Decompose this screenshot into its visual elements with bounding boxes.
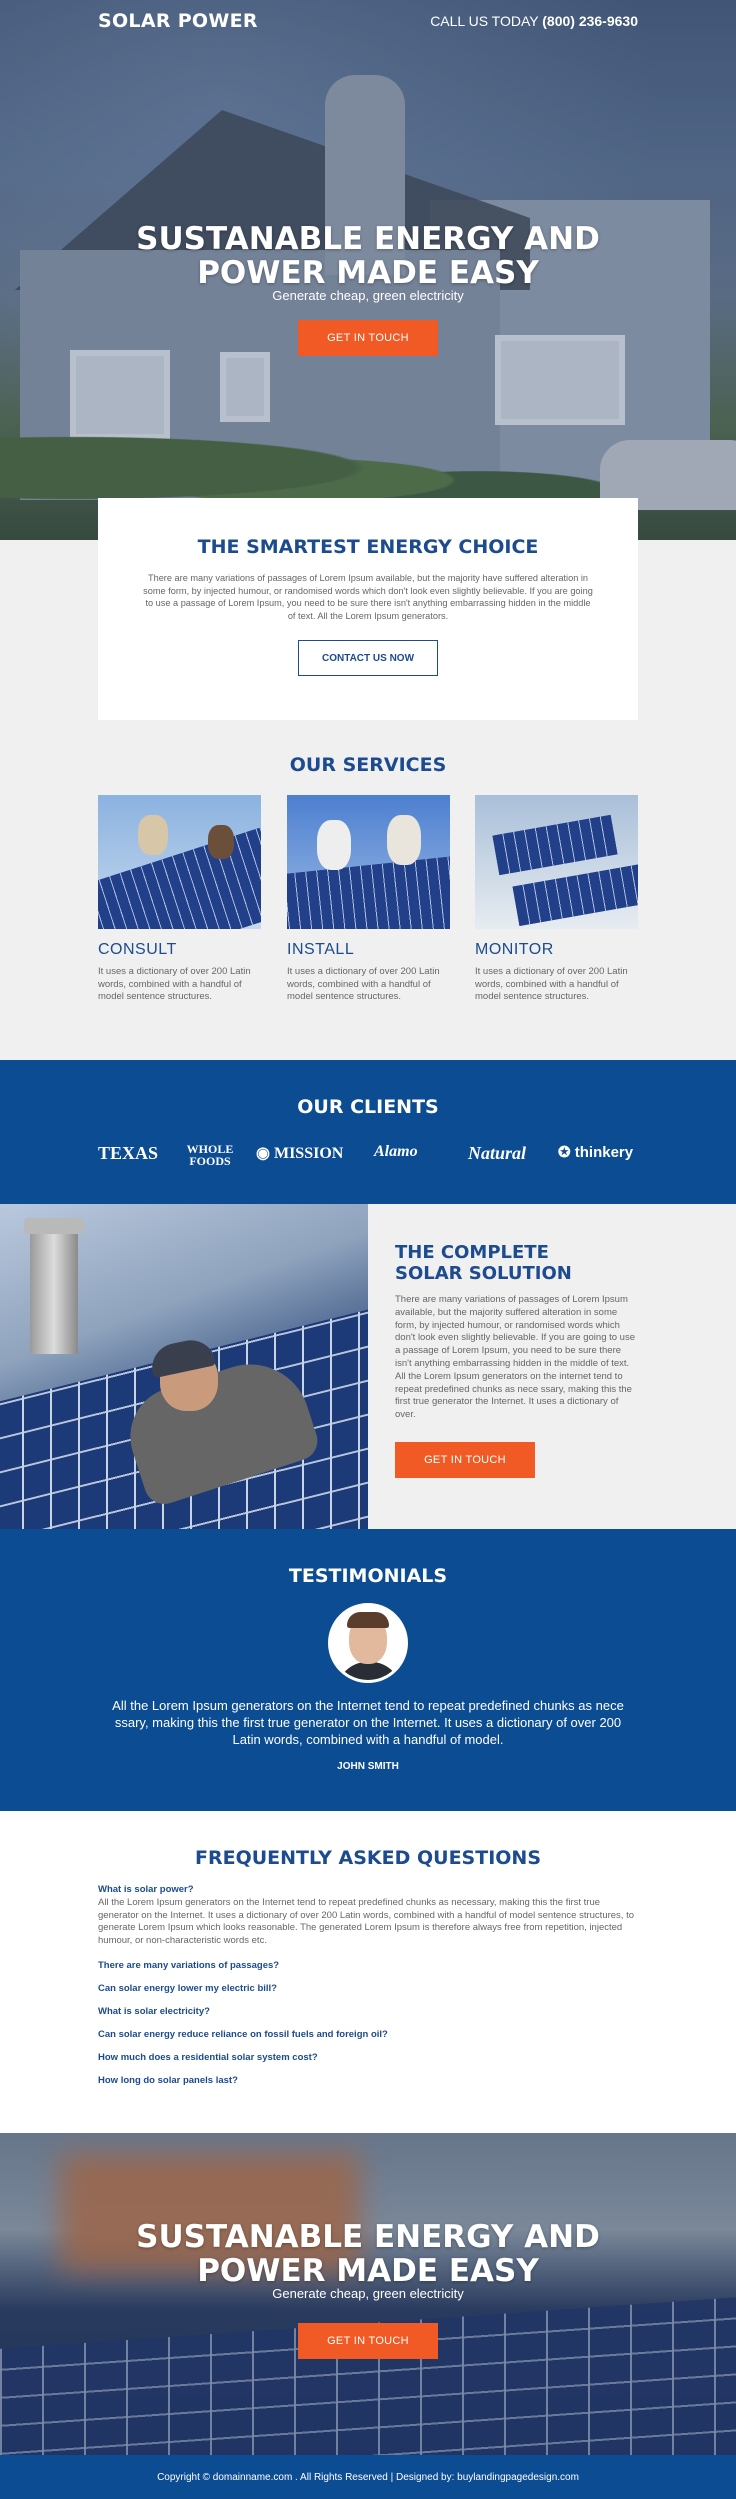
client-logo-mission: ◉ MISSION	[256, 1143, 343, 1163]
top-bar: SOLAR POWER CALL US TODAY (800) 236-9630	[0, 0, 736, 44]
service-card-monitor: MONITOR It uses a dictionary of over 200…	[475, 795, 638, 1004]
testimonial-quote: All the Lorem Ipsum generators on the In…	[112, 1698, 624, 1747]
hero-get-in-touch-button[interactable]: GET IN TOUCH	[298, 320, 438, 356]
service-name-monitor: MONITOR	[475, 941, 554, 958]
faq-question[interactable]: There are many variations of passages?	[98, 1960, 279, 1971]
service-image-consult	[98, 795, 261, 929]
faq-question-open[interactable]: What is solar power?	[98, 1884, 194, 1895]
vent-pipe-cap	[24, 1218, 84, 1234]
faq-section: FREQUENTLY ASKED QUESTIONS What is solar…	[0, 1811, 736, 2133]
avatar	[328, 1603, 408, 1683]
services-title: OUR SERVICES	[289, 754, 447, 776]
complete-body: There are many variations of passages of…	[395, 1294, 635, 1421]
brand-logo[interactable]: SOLAR POWER	[98, 10, 258, 32]
testimonials-title: TESTIMONIALS	[288, 1565, 448, 1587]
service-text-monitor: It uses a dictionary of over 200 Latin w…	[475, 966, 628, 1002]
phone-contact[interactable]: CALL US TODAY (800) 236-9630	[430, 13, 638, 29]
solar-worker-image	[0, 1204, 368, 1529]
faq-question[interactable]: How long do solar panels last?	[98, 2075, 238, 2086]
footer-copyright: Copyright © domainname.com . All Rights …	[157, 2471, 579, 2483]
cta-get-in-touch-button[interactable]: GET IN TOUCH	[298, 2323, 438, 2359]
hero-subtitle: Generate cheap, green electricity	[272, 288, 464, 303]
hero-section: SOLAR POWER CALL US TODAY (800) 236-9630…	[0, 0, 736, 540]
client-logo-natural: Natural	[468, 1143, 527, 1163]
service-text-consult: It uses a dictionary of over 200 Latin w…	[98, 966, 251, 1002]
complete-get-in-touch-button[interactable]: GET IN TOUCH	[395, 1442, 535, 1478]
contact-us-button[interactable]: CONTACT US NOW	[298, 640, 438, 676]
star-badge-icon: ✪	[558, 1144, 575, 1161]
service-name-consult: CONSULT	[98, 941, 177, 958]
smartest-body: There are many variations of passages of…	[143, 573, 593, 621]
client-logo-texas: TEXAS	[98, 1143, 159, 1163]
faq-title: FREQUENTLY ASKED QUESTIONS	[194, 1847, 542, 1869]
complete-solution-section: THE COMPLETE SOLAR SOLUTION There are ma…	[368, 1204, 736, 1529]
service-name-install: INSTALL	[287, 941, 355, 958]
vent-pipe	[30, 1224, 78, 1354]
faq-question[interactable]: How much does a residential solar system…	[98, 2052, 318, 2063]
faq-answer: All the Lorem Ipsum generators on the In…	[98, 1897, 635, 1946]
call-label: CALL US TODAY	[430, 13, 539, 29]
service-image-install	[287, 795, 450, 929]
service-card-consult: CONSULT It uses a dictionary of over 200…	[98, 795, 261, 1004]
hero-title-line1: SUSTANABLE ENERGY AND	[136, 221, 600, 257]
cta-title-line1: SUSTANABLE ENERGY AND	[136, 2219, 600, 2255]
clients-section: OUR CLIENTS TEXAS WHOLE FOODS ◉ MISSION …	[0, 1060, 736, 1204]
testimonial-author: JOHN SMITH	[337, 1761, 399, 1772]
hero-title-line2: POWER MADE EASY	[197, 255, 539, 291]
service-card-install: INSTALL It uses a dictionary of over 200…	[287, 795, 450, 1004]
clients-title: OUR CLIENTS	[297, 1096, 439, 1118]
client-logo-alamo: Alamo	[374, 1143, 418, 1160]
faq-question[interactable]: Can solar energy reduce reliance on foss…	[98, 2029, 388, 2040]
service-image-monitor	[475, 795, 638, 929]
client-logo-whole-foods: WHOLE FOODS	[186, 1142, 234, 1168]
cta-title-line2: POWER MADE EASY	[197, 2253, 539, 2289]
mission-globe-icon: ◉	[256, 1145, 274, 1162]
complete-title: THE COMPLETE SOLAR SOLUTION	[395, 1242, 635, 1284]
complete-title-line1: THE COMPLETE	[395, 1242, 549, 1263]
faq-question[interactable]: Can solar energy lower my electric bill?	[98, 1983, 277, 1994]
testimonials-section: TESTIMONIALS All the Lorem Ipsum generat…	[0, 1529, 736, 1811]
complete-title-line2: SOLAR SOLUTION	[395, 1263, 572, 1284]
faq-question[interactable]: What is solar electricity?	[98, 2006, 210, 2017]
client-logo-thinkery: ✪ thinkery	[558, 1143, 633, 1161]
smartest-title: THE SMARTEST ENERGY CHOICE	[197, 536, 539, 558]
bottom-cta-section: SUSTANABLE ENERGY AND POWER MADE EASY Ge…	[0, 2133, 736, 2455]
client-logo-thinkery-text: thinkery	[574, 1144, 634, 1161]
cta-subtitle: Generate cheap, green electricity	[272, 2286, 464, 2301]
client-logo-mission-text: MISSION	[273, 1145, 344, 1162]
phone-number[interactable]: (800) 236-9630	[542, 13, 638, 29]
footer: Copyright © domainname.com . All Rights …	[0, 2455, 736, 2499]
smartest-energy-card: THE SMARTEST ENERGY CHOICE There are man…	[98, 498, 638, 720]
service-text-install: It uses a dictionary of over 200 Latin w…	[287, 966, 440, 1002]
